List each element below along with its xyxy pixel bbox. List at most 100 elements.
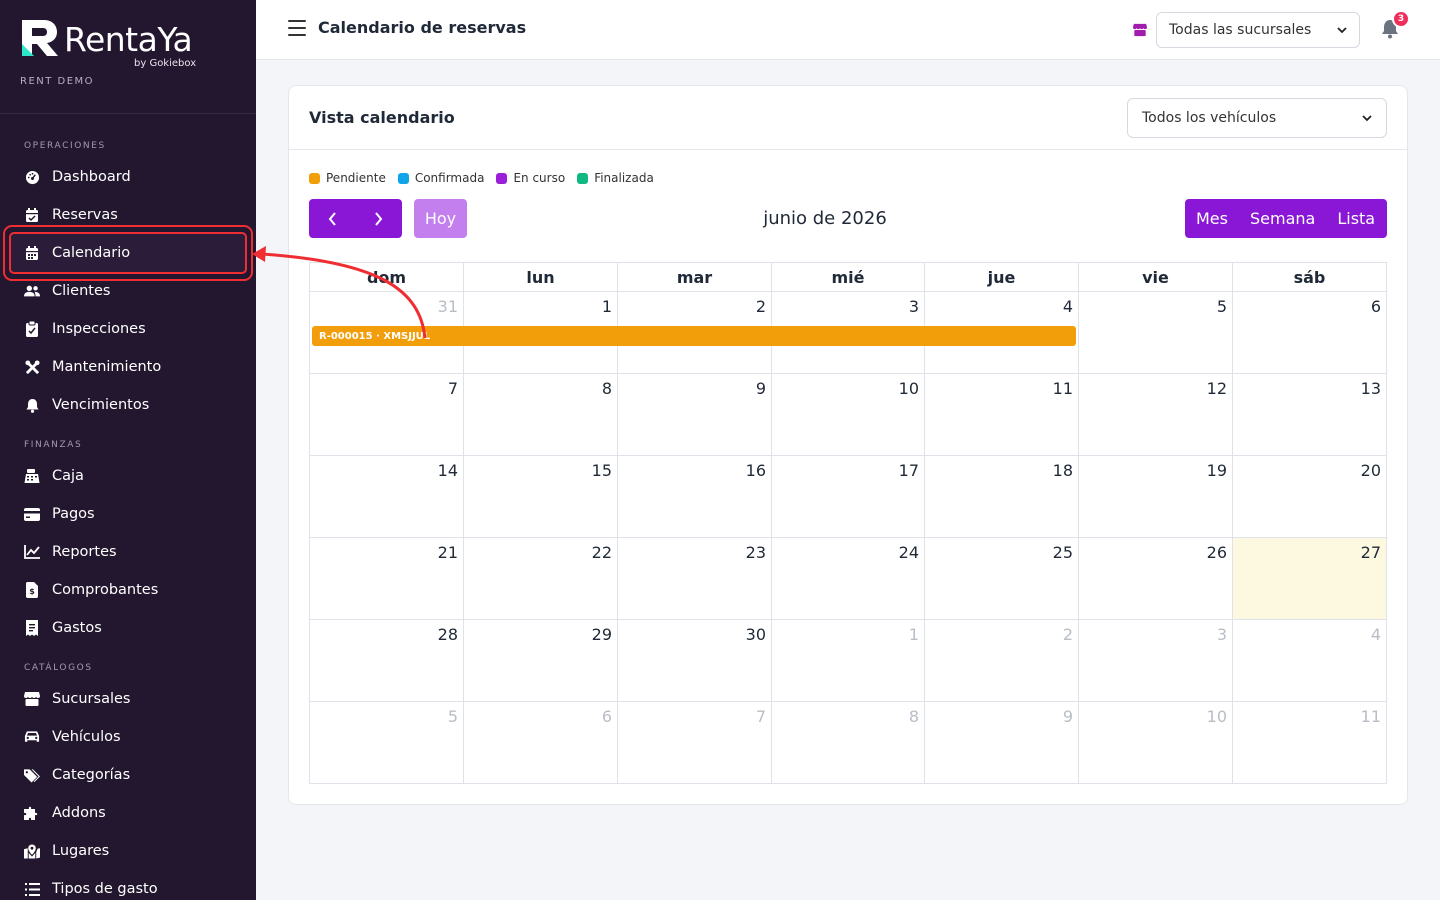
day-cell[interactable]: 9	[618, 374, 772, 456]
sidebar-item-mantenimiento[interactable]: Mantenimiento	[0, 348, 256, 386]
day-number[interactable]: 7	[448, 379, 458, 398]
day-number[interactable]: 2	[756, 297, 766, 316]
next-month-button[interactable]	[356, 199, 403, 238]
day-number[interactable]: 22	[592, 543, 612, 562]
sidebar-item-gastos[interactable]: Gastos	[0, 609, 256, 647]
day-number[interactable]: 9	[1063, 707, 1073, 726]
day-cell[interactable]: 17	[772, 456, 925, 538]
day-number[interactable]: 6	[602, 707, 612, 726]
day-number[interactable]: 13	[1361, 379, 1381, 398]
day-cell[interactable]: 7	[618, 702, 772, 783]
day-cell[interactable]: 30	[618, 620, 772, 702]
day-number[interactable]: 10	[1207, 707, 1227, 726]
day-cell[interactable]: 24	[772, 538, 925, 620]
sidebar-item-addons[interactable]: Addons	[0, 794, 256, 832]
day-number[interactable]: 7	[756, 707, 766, 726]
day-cell[interactable]: 28	[310, 620, 464, 702]
day-number[interactable]: 15	[592, 461, 612, 480]
day-number[interactable]: 31	[438, 297, 458, 316]
sidebar-item-tipos-de-gasto[interactable]: Tipos de gasto	[0, 870, 256, 900]
day-cell-today[interactable]: 27	[1233, 538, 1386, 620]
day-number[interactable]: 17	[899, 461, 919, 480]
day-cell[interactable]: 15	[464, 456, 618, 538]
day-cell[interactable]: 11	[1233, 702, 1386, 783]
day-number[interactable]: 21	[438, 543, 458, 562]
day-number[interactable]: 24	[899, 543, 919, 562]
sidebar-item-lugares[interactable]: Lugares	[0, 832, 256, 870]
day-cell[interactable]: 16	[618, 456, 772, 538]
day-cell[interactable]: 18	[925, 456, 1079, 538]
day-cell[interactable]: 26	[1079, 538, 1233, 620]
day-cell[interactable]: 2	[925, 620, 1079, 702]
day-number[interactable]: 11	[1361, 707, 1381, 726]
sidebar-item-reservas[interactable]: Reservas	[0, 196, 256, 234]
sidebar-item-vencimientos[interactable]: Vencimientos	[0, 386, 256, 424]
reservation-event[interactable]: R-000015 · XMSJJUL	[312, 326, 1076, 346]
day-number[interactable]: 5	[448, 707, 458, 726]
day-number[interactable]: 4	[1063, 297, 1073, 316]
sidebar-item-caja[interactable]: Caja	[0, 457, 256, 495]
sidebar-item-reportes[interactable]: Reportes	[0, 533, 256, 571]
view-week-button[interactable]: Semana	[1239, 199, 1326, 238]
day-number[interactable]: 18	[1053, 461, 1073, 480]
day-cell[interactable]: 23	[618, 538, 772, 620]
day-number[interactable]: 6	[1371, 297, 1381, 316]
day-number[interactable]: 3	[1217, 625, 1227, 644]
day-cell[interactable]: 29	[464, 620, 618, 702]
day-number[interactable]: 20	[1361, 461, 1381, 480]
day-cell[interactable]: 8	[772, 702, 925, 783]
day-cell[interactable]: 9	[925, 702, 1079, 783]
today-button[interactable]: Hoy	[414, 199, 467, 238]
day-number[interactable]: 11	[1053, 379, 1073, 398]
day-number[interactable]: 16	[746, 461, 766, 480]
day-number[interactable]: 14	[438, 461, 458, 480]
day-cell[interactable]: 5	[1079, 292, 1233, 374]
day-number[interactable]: 8	[909, 707, 919, 726]
day-number[interactable]: 10	[899, 379, 919, 398]
day-number[interactable]: 1	[602, 297, 612, 316]
day-number[interactable]: 30	[746, 625, 766, 644]
vehicle-select[interactable]: Todos los vehículos	[1127, 98, 1387, 138]
sidebar-item-inspecciones[interactable]: Inspecciones	[0, 310, 256, 348]
day-cell[interactable]: 13	[1233, 374, 1386, 456]
sidebar-item-categorias[interactable]: Categorías	[0, 756, 256, 794]
day-number[interactable]: 26	[1207, 543, 1227, 562]
day-cell[interactable]: 20	[1233, 456, 1386, 538]
day-number[interactable]: 3	[909, 297, 919, 316]
day-cell[interactable]: 12	[1079, 374, 1233, 456]
branch-select[interactable]: Todas las sucursales	[1156, 12, 1360, 48]
sidebar-item-calendario[interactable]: Calendario	[0, 234, 256, 272]
sidebar-item-dashboard[interactable]: Dashboard	[0, 158, 256, 196]
day-cell[interactable]: 22	[464, 538, 618, 620]
view-month-button[interactable]: Mes	[1185, 199, 1239, 238]
day-number[interactable]: 2	[1063, 625, 1073, 644]
sidebar-item-clientes[interactable]: Clientes	[0, 272, 256, 310]
day-number[interactable]: 5	[1217, 297, 1227, 316]
sidebar-item-sucursales[interactable]: Sucursales	[0, 680, 256, 718]
day-cell[interactable]: 4	[1233, 620, 1386, 702]
day-number[interactable]: 4	[1371, 625, 1381, 644]
day-number[interactable]: 28	[438, 625, 458, 644]
day-cell[interactable]: 14	[310, 456, 464, 538]
sidebar-item-pagos[interactable]: Pagos	[0, 495, 256, 533]
day-cell[interactable]: 1	[772, 620, 925, 702]
day-cell[interactable]: 10	[772, 374, 925, 456]
day-cell[interactable]: 8	[464, 374, 618, 456]
day-cell[interactable]: 10	[1079, 702, 1233, 783]
day-number[interactable]: 25	[1053, 543, 1073, 562]
day-number[interactable]: 29	[592, 625, 612, 644]
day-number[interactable]: 8	[602, 379, 612, 398]
day-cell[interactable]: 3	[1079, 620, 1233, 702]
day-cell[interactable]: 6	[1233, 292, 1386, 374]
day-cell[interactable]: 6	[464, 702, 618, 783]
sidebar-item-vehiculos[interactable]: Vehículos	[0, 718, 256, 756]
sidebar-item-comprobantes[interactable]: $ Comprobantes	[0, 571, 256, 609]
day-cell[interactable]: 21	[310, 538, 464, 620]
day-cell[interactable]: 25	[925, 538, 1079, 620]
day-cell[interactable]: 19	[1079, 456, 1233, 538]
day-number[interactable]: 27	[1361, 543, 1381, 562]
prev-month-button[interactable]	[309, 199, 356, 238]
menu-toggle-icon[interactable]	[288, 20, 306, 36]
day-cell[interactable]: 11	[925, 374, 1079, 456]
day-number[interactable]: 9	[756, 379, 766, 398]
